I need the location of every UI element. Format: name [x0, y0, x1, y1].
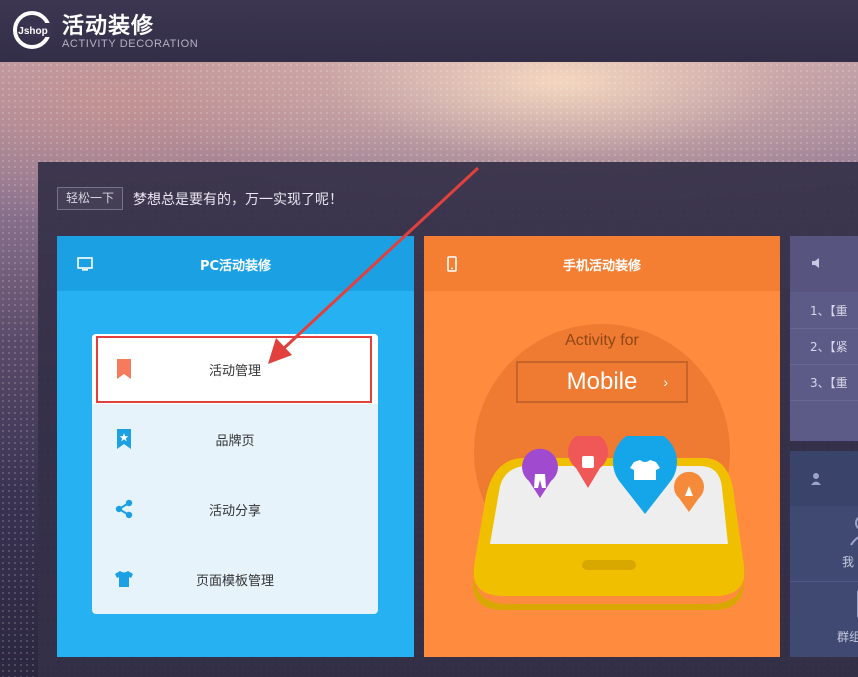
- mobile-button[interactable]: Mobile ›: [516, 361, 688, 403]
- app-title: 活动装修: [62, 14, 155, 39]
- user-avatar-icon: [850, 516, 858, 546]
- logo-text: Jshop: [18, 26, 47, 37]
- top-bar: Jshop 活动装修 ACTIVITY DECORATION: [0, 0, 858, 62]
- menu-item-label: 页面模板管理: [195, 574, 274, 589]
- mobile-button-label: Mobile: [566, 368, 638, 395]
- pc-card-title: PC活动装修: [199, 259, 272, 274]
- menu-item-activity-share[interactable]: 活动分享: [92, 474, 378, 544]
- group-label[interactable]: 群组: [837, 628, 858, 645]
- app-subtitle: ACTIVITY DECORATION: [62, 38, 199, 50]
- jshop-logo[interactable]: Jshop: [12, 10, 52, 50]
- divider: [790, 364, 858, 365]
- chevron-right-icon: ›: [663, 374, 668, 390]
- divider: [790, 581, 858, 582]
- users-icon: [811, 473, 821, 485]
- user-card-header: [790, 451, 858, 506]
- divider: [790, 328, 858, 329]
- menu-item-label: 活动分享: [208, 504, 261, 519]
- speaker-icon: [812, 258, 819, 268]
- announcement-item[interactable]: 3、【重: [810, 374, 858, 391]
- menu-item-brand-page[interactable]: 品牌页: [92, 404, 378, 474]
- pc-decoration-card: PC活动装修 活动管理 品牌页 活动分享 页面模板管理: [57, 236, 414, 657]
- divider: [790, 400, 858, 401]
- announcement-item[interactable]: 2、【紧: [810, 338, 858, 355]
- menu-item-template-management[interactable]: 页面模板管理: [92, 544, 378, 614]
- announcement-header: [790, 236, 858, 292]
- mobile-card-header: 手机活动装修: [424, 236, 780, 291]
- pc-card-header: PC活动装修: [57, 236, 414, 291]
- phone-illustration: [473, 436, 745, 610]
- menu-item-label: 品牌页: [215, 434, 255, 449]
- highlight-box: [96, 336, 372, 403]
- mobile-card-title: 手机活动装修: [562, 259, 641, 274]
- my-label[interactable]: 我: [842, 553, 854, 570]
- user-card: 我 群组: [790, 451, 858, 657]
- relax-button[interactable]: 轻松一下: [57, 187, 123, 210]
- announcement-card: 1、【重 2、【紧 3、【重: [790, 236, 858, 441]
- activity-for-label: Activity for: [565, 332, 639, 349]
- tagline: 梦想总是要有的，万一实现了呢！: [133, 192, 343, 208]
- mobile-decoration-card: 手机活动装修 Activity for Mobile ›: [424, 236, 780, 657]
- announcement-item[interactable]: 1、【重: [810, 302, 858, 319]
